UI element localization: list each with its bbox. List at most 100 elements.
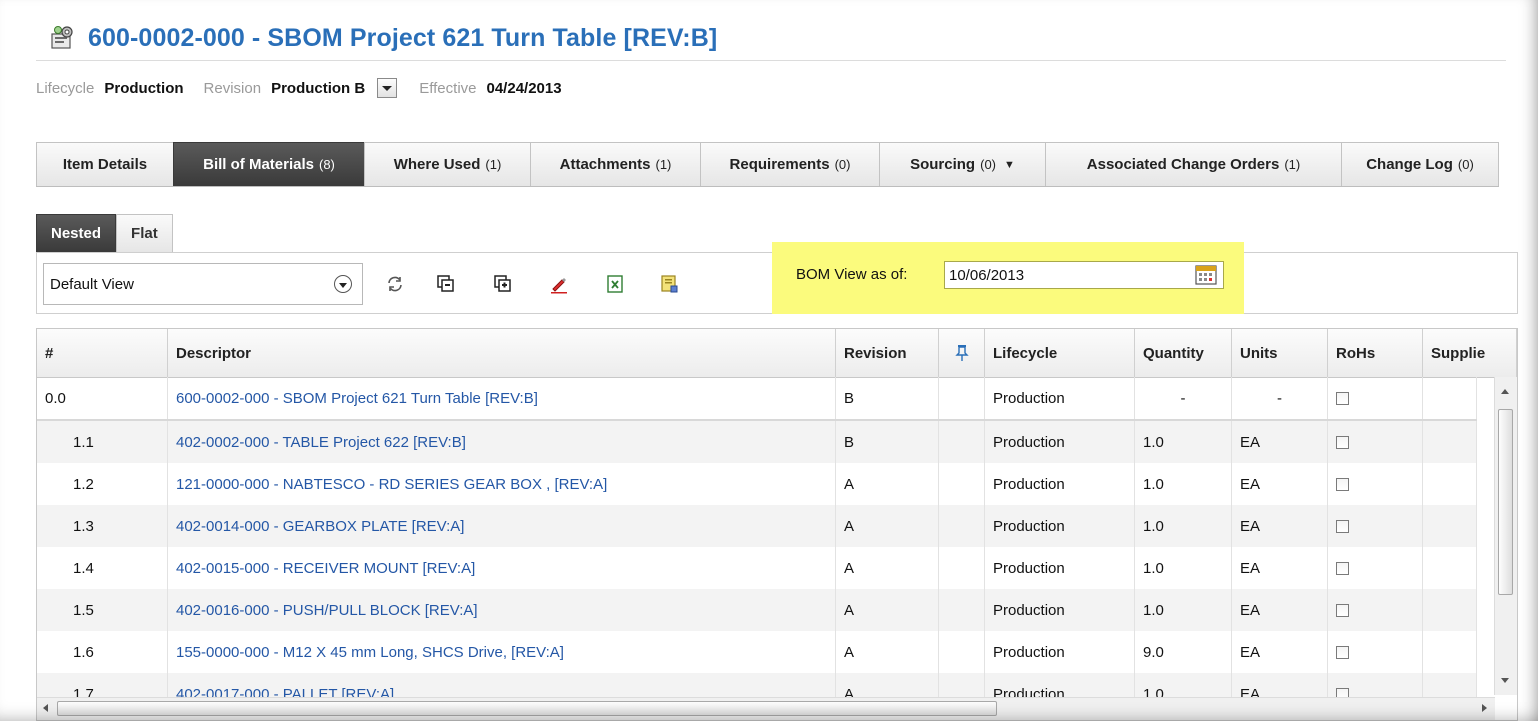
- col-pin[interactable]: [939, 329, 985, 377]
- col-descriptor[interactable]: Descriptor: [168, 329, 836, 377]
- scroll-left-icon[interactable]: [43, 704, 48, 712]
- tab-attachments[interactable]: Attachments (1): [530, 142, 701, 186]
- pin-cell: [939, 547, 985, 589]
- expand-icon[interactable]: [493, 274, 513, 294]
- supplier-cell: [1423, 547, 1477, 589]
- scroll-down-icon[interactable]: [1501, 678, 1509, 683]
- units-cell: EA: [1232, 505, 1328, 547]
- rohs-checkbox[interactable]: [1336, 435, 1349, 449]
- tab-item-details[interactable]: Item Details: [36, 142, 174, 186]
- rohs-checkbox[interactable]: [1336, 645, 1349, 659]
- units-cell: EA: [1232, 421, 1328, 463]
- descriptor-link[interactable]: 600-0002-000 - SBOM Project 621 Turn Tab…: [168, 377, 836, 419]
- collapse-icon[interactable]: [436, 274, 456, 294]
- supplier-cell: [1423, 505, 1477, 547]
- row-number: 1.5: [37, 589, 168, 631]
- rohs-cell: [1328, 547, 1423, 589]
- table-row[interactable]: 1.3 402-0014-000 - GEARBOX PLATE [REV:A]…: [37, 505, 1477, 547]
- bom-view-as-of: BOM View as of: 10/06/2013: [772, 242, 1244, 314]
- view-select[interactable]: Default View: [43, 263, 363, 305]
- horizontal-scrollbar[interactable]: [37, 697, 1495, 720]
- rohs-checkbox[interactable]: [1336, 519, 1349, 533]
- row-number: 1.4: [37, 547, 168, 589]
- descriptor-link[interactable]: 121-0000-000 - NABTESCO - RD SERIES GEAR…: [168, 463, 836, 505]
- tab-count: (8): [318, 157, 335, 172]
- tab-count: (0): [980, 157, 996, 172]
- row-number: 1.3: [37, 505, 168, 547]
- rohs-cell: [1328, 631, 1423, 673]
- tab-associated-change-orders[interactable]: Associated Change Orders (1): [1045, 142, 1342, 186]
- units-cell: EA: [1232, 631, 1328, 673]
- quantity-cell: 1.0: [1135, 547, 1232, 589]
- title-divider: [36, 60, 1506, 61]
- table-row[interactable]: 1.5 402-0016-000 - PUSH/PULL BLOCK [REV:…: [37, 589, 1477, 631]
- descriptor-link[interactable]: 402-0002-000 - TABLE Project 622 [REV:B]: [168, 421, 836, 463]
- table-row[interactable]: 1.4 402-0015-000 - RECEIVER MOUNT [REV:A…: [37, 547, 1477, 589]
- chevron-down-icon[interactable]: [334, 275, 352, 293]
- vertical-scrollbar[interactable]: [1494, 377, 1517, 695]
- excel-export-icon[interactable]: [605, 274, 625, 294]
- scroll-right-icon[interactable]: [1482, 704, 1487, 712]
- item-meta-row: Lifecycle Production Revision Production…: [36, 76, 582, 100]
- descriptor-link[interactable]: 155-0000-000 - M12 X 45 mm Long, SHCS Dr…: [168, 631, 836, 673]
- tab-label: Change Log: [1366, 156, 1453, 173]
- revision-cell: A: [836, 505, 939, 547]
- table-row[interactable]: 1.6 155-0000-000 - M12 X 45 mm Long, SHC…: [37, 631, 1477, 673]
- table-row[interactable]: 1.1 402-0002-000 - TABLE Project 622 [RE…: [37, 421, 1477, 463]
- rohs-cell: [1328, 505, 1423, 547]
- tab-requirements[interactable]: Requirements (0): [700, 142, 880, 186]
- pin-cell: [939, 589, 985, 631]
- pin-cell: [939, 377, 985, 419]
- horizontal-scroll-thumb[interactable]: [57, 701, 997, 716]
- table-row[interactable]: 1.2 121-0000-000 - NABTESCO - RD SERIES …: [37, 463, 1477, 505]
- col-revision[interactable]: Revision: [836, 329, 939, 377]
- tab-flat[interactable]: Flat: [116, 214, 173, 252]
- col-rohs[interactable]: RoHs: [1328, 329, 1423, 377]
- refresh-icon[interactable]: [385, 274, 405, 294]
- tab-change-log[interactable]: Change Log (0): [1341, 142, 1499, 186]
- tab-label: Where Used: [393, 156, 481, 173]
- col-supplier[interactable]: Supplie: [1423, 329, 1517, 377]
- tab-where-used[interactable]: Where Used (1): [364, 142, 531, 186]
- row-number: 1.2: [37, 463, 168, 505]
- tab-bill-of-materials[interactable]: Bill of Materials (8): [173, 142, 365, 186]
- page-title: 600-0002-000 - SBOM Project 621 Turn Tab…: [88, 23, 718, 52]
- rohs-checkbox[interactable]: [1336, 477, 1349, 491]
- col-quantity[interactable]: Quantity: [1135, 329, 1232, 377]
- descriptor-link[interactable]: 402-0015-000 - RECEIVER MOUNT [REV:A]: [168, 547, 836, 589]
- bom-view-date-input[interactable]: 10/06/2013: [944, 261, 1224, 289]
- supplier-cell: [1423, 589, 1477, 631]
- revision-dropdown-button[interactable]: [377, 78, 398, 98]
- col-lifecycle[interactable]: Lifecycle: [985, 329, 1135, 377]
- descriptor-link[interactable]: 402-0016-000 - PUSH/PULL BLOCK [REV:A]: [168, 589, 836, 631]
- tab-count: (0): [1457, 157, 1474, 172]
- table-row[interactable]: 0.0 600-0002-000 - SBOM Project 621 Turn…: [37, 377, 1477, 421]
- row-number: 1.1: [37, 421, 168, 463]
- rohs-checkbox[interactable]: [1336, 391, 1349, 405]
- supplier-cell: [1423, 377, 1477, 419]
- rohs-cell: [1328, 421, 1423, 463]
- pin-cell: [939, 421, 985, 463]
- col-number[interactable]: #: [37, 329, 168, 377]
- view-select-value: Default View: [50, 275, 134, 293]
- report-icon[interactable]: [659, 274, 679, 294]
- descriptor-link[interactable]: 402-0014-000 - GEARBOX PLATE [REV:A]: [168, 505, 836, 547]
- item-tabs: Item Details Bill of Materials (8) Where …: [36, 142, 1499, 187]
- quantity-cell: 1.0: [1135, 589, 1232, 631]
- pin-cell: [939, 631, 985, 673]
- calendar-icon[interactable]: [1195, 265, 1217, 285]
- tab-count: (0): [834, 157, 851, 172]
- revision-cell: A: [836, 631, 939, 673]
- units-cell: EA: [1232, 463, 1328, 505]
- scroll-up-icon[interactable]: [1501, 389, 1509, 394]
- tab-nested[interactable]: Nested: [36, 214, 117, 252]
- rohs-cell: [1328, 463, 1423, 505]
- bom-toolbar: Default View BOM View as of: 10/06/2013: [36, 242, 1518, 314]
- rohs-checkbox[interactable]: [1336, 561, 1349, 575]
- edit-icon[interactable]: [549, 274, 569, 294]
- tab-sourcing[interactable]: Sourcing (0) ▼: [879, 142, 1046, 186]
- col-units[interactable]: Units: [1232, 329, 1328, 377]
- bom-view-tabs: Nested Flat: [36, 214, 173, 252]
- rohs-checkbox[interactable]: [1336, 603, 1349, 617]
- vertical-scroll-thumb[interactable]: [1498, 409, 1513, 595]
